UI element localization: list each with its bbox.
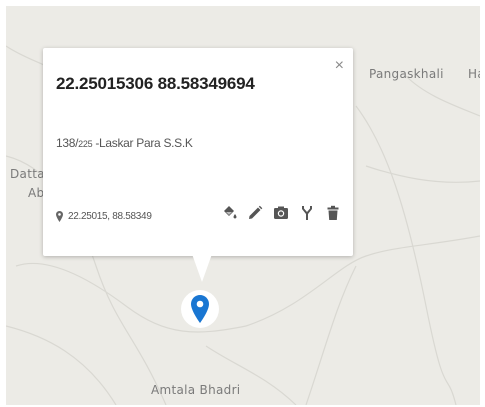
paint-bucket-icon[interactable] (221, 205, 237, 221)
location-marker[interactable] (181, 290, 219, 328)
fork-icon[interactable] (299, 205, 315, 221)
address-number: 138/ (56, 136, 79, 150)
place-label: Ha (468, 67, 480, 81)
place-label: Pangaskhali (369, 67, 444, 81)
location-pin-icon[interactable] (191, 295, 209, 323)
popup-pointer (192, 254, 212, 282)
location-pin-small-icon (56, 211, 63, 222)
popup-coordinates: 22.25015, 88.58349 (56, 211, 152, 222)
popup-title: 22.25015306 88.58349694 (56, 74, 255, 93)
pencil-icon[interactable] (247, 205, 263, 221)
coordinates-text: 22.25015, 88.58349 (68, 211, 152, 222)
info-popup: × 22.25015306 88.58349694 138/225 -Laska… (43, 48, 353, 256)
address-number-small: 225 (78, 139, 93, 149)
popup-toolbar (221, 205, 341, 221)
address-text: -Laskar Para S.S.K (92, 136, 193, 150)
trash-icon[interactable] (325, 205, 341, 221)
place-label: Amtala Bhadri (151, 383, 241, 397)
place-label: Ab (28, 186, 45, 200)
camera-icon[interactable] (273, 205, 289, 221)
close-icon[interactable]: × (335, 58, 344, 74)
popup-address: 138/225 -Laskar Para S.S.K (56, 136, 193, 150)
